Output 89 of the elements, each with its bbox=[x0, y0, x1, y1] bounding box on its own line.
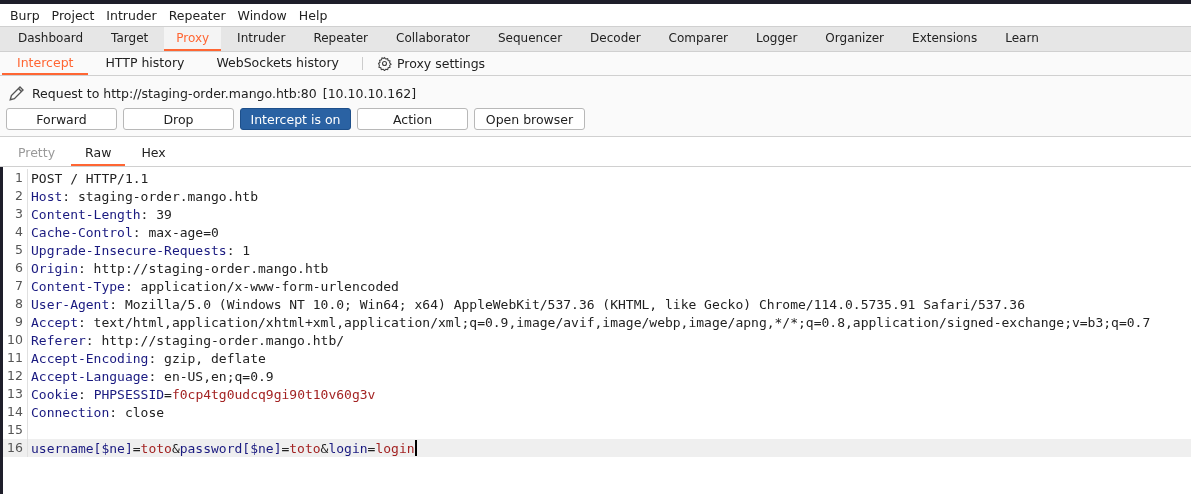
code-text: & bbox=[171, 440, 180, 456]
code-text: : 39 bbox=[140, 206, 172, 222]
code-key: password[$ne] bbox=[179, 440, 282, 456]
menu-item[interactable]: Intruder bbox=[100, 7, 163, 23]
line-number: 5 bbox=[3, 241, 28, 259]
tab[interactable]: Logger bbox=[743, 27, 810, 51]
line-number: 4 bbox=[3, 223, 28, 241]
code-key: Accept bbox=[31, 314, 78, 330]
line-number: 14 bbox=[3, 403, 28, 421]
code-key: PHPSESSID bbox=[93, 386, 165, 402]
code-text: : gzip, deflate bbox=[148, 350, 266, 366]
tab[interactable]: Comparer bbox=[656, 27, 740, 51]
menu-item[interactable]: Project bbox=[45, 7, 101, 23]
code-text: = bbox=[164, 386, 172, 402]
line-number: 12 bbox=[3, 367, 28, 385]
sub-tab[interactable]: WebSockets history bbox=[201, 52, 354, 75]
line-number: 16 bbox=[3, 439, 28, 457]
code-key: User-Agent bbox=[31, 296, 110, 312]
code-value: login bbox=[375, 440, 415, 456]
request-target: Request to http://staging-order.mango.htb:80 bbox=[32, 85, 317, 101]
code-text: POST / HTTP/1.1 bbox=[31, 170, 149, 186]
code-text: = bbox=[132, 440, 141, 456]
code-value: toto bbox=[289, 440, 321, 456]
action-button[interactable]: Action bbox=[357, 108, 468, 130]
line-number: 9 bbox=[3, 313, 28, 331]
code-text: & bbox=[320, 440, 329, 456]
code-text: : text/html,application/xhtml+xml,application/xml;q=0.9,image/avif,image/webp,image/apng,*/*;q=0.8,application/signed-exchange;v=b3;q=0.7 bbox=[77, 314, 1151, 330]
code-key: Host bbox=[31, 188, 63, 204]
line-number: 1 bbox=[3, 169, 28, 187]
tab[interactable]: Target bbox=[99, 27, 161, 51]
code-text: : max-age=0 bbox=[132, 224, 219, 240]
line-number: 6 bbox=[3, 259, 28, 277]
code-text: : 1 bbox=[226, 242, 251, 258]
menu-item[interactable]: Help bbox=[292, 7, 334, 23]
code-text: = bbox=[367, 440, 376, 456]
code-text: : Mozilla/5.0 (Windows NT 10.0; Win64; x64) AppleWebKit/537.36 (KHTML, like Gecko) Chrome/114.0.5735.91 Safari/537.36 bbox=[109, 296, 1025, 312]
code-key: Cookie bbox=[31, 386, 78, 402]
code-key: Origin bbox=[31, 260, 78, 276]
tab[interactable]: Extensions bbox=[900, 27, 990, 51]
editor-tab[interactable]: Hex bbox=[127, 141, 180, 166]
code-value: f0cp4tg0udcq9gi90t10v60g3v bbox=[171, 386, 376, 402]
code-key: Content-Length bbox=[31, 206, 141, 222]
sub-tab[interactable]: HTTP history bbox=[90, 52, 200, 75]
editor-tab[interactable]: Raw bbox=[71, 141, 126, 166]
code-key: Referer bbox=[31, 332, 86, 348]
code-text: : http://staging-order.mango.htb/ bbox=[85, 332, 345, 348]
menu-item[interactable]: Window bbox=[231, 7, 293, 23]
line-number: 2 bbox=[3, 187, 28, 205]
line-number: 10 bbox=[3, 331, 28, 349]
tab[interactable]: Dashboard bbox=[6, 27, 96, 51]
settings-icon bbox=[377, 56, 392, 71]
tab[interactable]: Sequencer bbox=[485, 27, 575, 51]
pencil-icon bbox=[8, 84, 26, 102]
proxy-settings-link[interactable]: Proxy settings bbox=[373, 52, 490, 75]
code-key: Cache-Control bbox=[31, 224, 133, 240]
text-caret bbox=[414, 440, 417, 456]
code-text: : close bbox=[109, 404, 165, 420]
action-button[interactable]: Forward bbox=[6, 108, 117, 130]
menu-item[interactable]: Burp bbox=[4, 7, 46, 23]
code-value: toto bbox=[140, 440, 172, 456]
line-number: 8 bbox=[3, 295, 28, 313]
code-key: Connection bbox=[31, 404, 110, 420]
code-key: login bbox=[328, 440, 368, 456]
line-number: 13 bbox=[3, 385, 28, 403]
tab[interactable]: Organizer bbox=[813, 27, 897, 51]
action-button[interactable]: Intercept is on bbox=[240, 108, 351, 130]
code-text: : en-US,en;q=0.9 bbox=[148, 368, 274, 384]
tab[interactable]: Decoder bbox=[578, 27, 653, 51]
menu-item[interactable]: Repeater bbox=[162, 7, 232, 23]
code-text: : bbox=[77, 386, 87, 402]
code-key: Upgrade-Insecure-Requests bbox=[31, 242, 227, 258]
request-address: [10.10.10.162] bbox=[322, 85, 417, 101]
code-key: Accept-Language bbox=[31, 368, 149, 384]
tab[interactable]: Learn bbox=[993, 27, 1051, 51]
code-text: = bbox=[281, 440, 290, 456]
action-button[interactable]: Open browser bbox=[474, 108, 585, 130]
code-key: Content-Type bbox=[31, 278, 125, 294]
tab[interactable]: Intruder bbox=[225, 27, 298, 51]
line-number: 3 bbox=[3, 205, 28, 223]
line-number: 7 bbox=[3, 277, 28, 295]
code-text: : application/x-www-form-urlencoded bbox=[124, 278, 399, 294]
code-text: : http://staging-order.mango.htb bbox=[77, 260, 329, 276]
action-button[interactable]: Drop bbox=[123, 108, 234, 130]
code-text: : staging-order.mango.htb bbox=[62, 188, 258, 204]
tab[interactable]: Collaborator bbox=[384, 27, 482, 51]
code-key: username[$ne] bbox=[31, 440, 133, 456]
code-key: Accept-Encoding bbox=[31, 350, 149, 366]
line-number: 11 bbox=[3, 349, 28, 367]
tab[interactable]: Repeater bbox=[301, 27, 380, 51]
